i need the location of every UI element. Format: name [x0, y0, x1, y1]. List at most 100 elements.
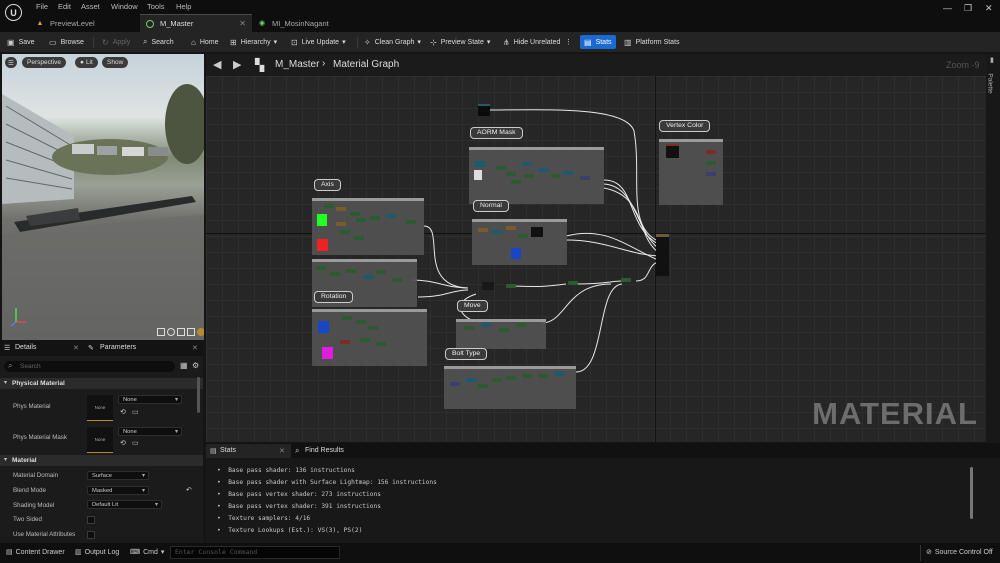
math-node[interactable]	[522, 162, 532, 166]
platform-stats-button[interactable]: ▥ Platform Stats	[624, 35, 680, 49]
math-node[interactable]	[340, 340, 350, 344]
tab-find-results[interactable]: ⌕ Find Results	[293, 444, 383, 458]
cmd-button[interactable]: ⌨ Cmd ▾	[130, 548, 164, 556]
math-node[interactable]	[354, 236, 364, 240]
close-icon[interactable]: ✕	[73, 344, 79, 352]
stats-scrollbar[interactable]	[970, 467, 973, 519]
rotation-magenta-constant[interactable]	[322, 347, 333, 359]
math-node[interactable]	[481, 323, 491, 327]
vertex-color-node[interactable]	[666, 144, 679, 158]
phys-material-mask-thumbnail[interactable]: None	[87, 427, 113, 453]
teapot-icon[interactable]	[197, 328, 204, 336]
comment-label-bolt-type[interactable]: Bolt Type	[445, 348, 488, 360]
math-node[interactable]	[621, 278, 631, 282]
minimize-icon[interactable]: —	[943, 3, 952, 13]
math-node[interactable]	[316, 266, 326, 270]
source-control-button[interactable]: ⊘ Source Control Off	[926, 548, 993, 556]
math-node[interactable]	[450, 382, 460, 386]
normal-vector-constant[interactable]	[511, 248, 521, 259]
reset-to-default-icon[interactable]: ↶	[186, 486, 192, 494]
category-material[interactable]: Material	[0, 455, 203, 466]
save-button[interactable]: ▣ Save	[7, 35, 35, 49]
tab-details[interactable]: Details	[15, 344, 36, 351]
math-node[interactable]	[386, 214, 396, 218]
unreal-logo-icon[interactable]: U	[5, 4, 22, 21]
lit-button[interactable]: ● Lit	[75, 57, 98, 68]
math-node[interactable]	[563, 171, 573, 175]
texture-sample-node[interactable]	[474, 161, 486, 167]
menu-edit[interactable]: Edit	[58, 2, 71, 11]
vector-constant-red[interactable]	[317, 239, 328, 251]
content-drawer-button[interactable]: ▤ Content Drawer	[6, 548, 65, 556]
math-node[interactable]	[492, 230, 502, 234]
perspective-button[interactable]: Perspective	[22, 57, 66, 68]
palette-tab[interactable]: Palette	[987, 73, 994, 93]
math-node[interactable]	[466, 378, 476, 382]
math-node[interactable]	[360, 338, 370, 342]
math-node[interactable]	[336, 222, 346, 226]
math-node[interactable]	[539, 168, 549, 172]
comment-box-move[interactable]	[456, 319, 546, 349]
preview-viewport[interactable]: ☰ Perspective ● Lit Show	[2, 54, 204, 340]
stats-button[interactable]: ▤ Stats	[580, 35, 616, 49]
shading-model-combo[interactable]: Default Lit	[87, 500, 162, 509]
math-node[interactable]	[350, 212, 360, 216]
menu-asset[interactable]: Asset	[81, 2, 100, 11]
math-node[interactable]	[524, 174, 534, 178]
clean-graph-button[interactable]: ✧ Clean Graph ▾	[364, 35, 421, 49]
menu-window[interactable]: Window	[111, 2, 138, 11]
math-node[interactable]	[506, 226, 516, 230]
comment-label-rotation[interactable]: Rotation	[314, 291, 354, 303]
component-mask-node[interactable]	[706, 150, 716, 154]
tab-preview-level[interactable]: ▲ PreviewLevel	[30, 14, 137, 32]
apply-button[interactable]: ↻ Apply	[102, 35, 130, 49]
material-result-node[interactable]	[656, 234, 669, 276]
math-node[interactable]	[580, 176, 590, 180]
tab-mi-mosinnagant[interactable]: ◉ MI_MosinNagant	[252, 14, 362, 32]
texture-coordinate-node[interactable]	[478, 104, 490, 116]
math-node[interactable]	[516, 323, 526, 327]
math-node[interactable]	[346, 269, 356, 273]
gear-icon[interactable]: ⚙	[192, 361, 199, 370]
rotation-vector-constant[interactable]	[318, 321, 329, 333]
math-node[interactable]	[406, 220, 416, 224]
math-node[interactable]	[511, 180, 521, 184]
math-node[interactable]	[356, 320, 366, 324]
search-button[interactable]: ⌕ Search	[143, 35, 174, 49]
component-mask-node[interactable]	[706, 161, 716, 165]
component-mask-node[interactable]	[706, 172, 716, 176]
phys-material-combo[interactable]: None	[118, 395, 182, 404]
hide-unrelated-button[interactable]: ⋔ Hide Unrelated	[503, 35, 560, 49]
material-graph-canvas[interactable]: AORM Mask Vertex Color Axis Normal Rotat…	[206, 76, 986, 442]
math-node[interactable]	[506, 284, 516, 288]
use-selected-icon[interactable]: ⟲	[120, 408, 126, 416]
comment-label-axis[interactable]: Axis	[314, 179, 341, 191]
tab-m-master[interactable]: M_Master ✕	[140, 14, 252, 32]
more-options-icon[interactable]: ⋮	[565, 35, 572, 49]
math-node[interactable]	[392, 278, 402, 282]
math-node[interactable]	[538, 374, 548, 378]
math-node[interactable]	[376, 342, 386, 346]
menu-tools[interactable]: Tools	[147, 2, 165, 11]
show-button[interactable]: Show	[102, 57, 129, 68]
close-icon[interactable]: ✕	[239, 19, 246, 28]
math-node[interactable]	[370, 216, 380, 220]
breadcrumb-leaf[interactable]: Material Graph	[333, 59, 399, 70]
math-node[interactable]	[506, 376, 516, 380]
details-scrollbar[interactable]	[197, 377, 200, 413]
material-domain-combo[interactable]: Surface	[87, 471, 149, 480]
comment-label-move[interactable]: Move	[457, 300, 488, 312]
console-command-input[interactable]: Enter Console Command	[170, 546, 340, 559]
close-icon[interactable]: ✕	[279, 447, 285, 455]
math-node[interactable]	[554, 372, 564, 376]
live-update-button[interactable]: ⊡ Live Update ▾	[291, 35, 346, 49]
math-node[interactable]	[496, 166, 506, 170]
blend-mode-combo[interactable]: Masked	[87, 486, 149, 495]
cylinder-icon[interactable]	[157, 328, 165, 336]
math-node[interactable]	[478, 228, 488, 232]
math-node[interactable]	[340, 230, 350, 234]
restore-icon[interactable]: ❐	[964, 3, 972, 14]
math-node[interactable]	[518, 234, 528, 238]
comment-label-normal[interactable]: Normal	[473, 200, 509, 212]
back-arrow-icon[interactable]: ◀	[213, 58, 221, 71]
